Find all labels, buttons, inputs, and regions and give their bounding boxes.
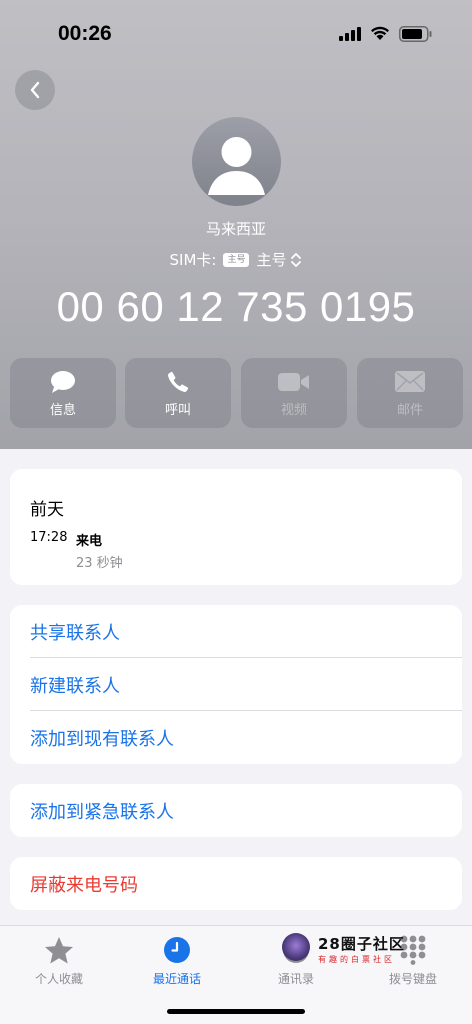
contact-location: 马来西亚 (205, 220, 266, 238)
message-icon (51, 370, 75, 393)
mail-button[interactable]: 邮件 (357, 358, 463, 428)
recent-call-duration: 23 秒钟 (76, 556, 123, 571)
tab-keypad-label: 拨号键盘 (388, 972, 437, 986)
sim-badge: 主号 (223, 252, 250, 267)
video-button-label: 视频 (280, 402, 307, 418)
home-indicator (167, 1009, 305, 1014)
contact-actions-card: 共享联系人 新建联系人 添加到现有联系人 (10, 605, 462, 764)
sim-prefix: SIM卡: (169, 251, 217, 269)
back-button[interactable] (15, 70, 55, 110)
tab-favorites-label: 个人收藏 (34, 972, 83, 986)
share-contact-button[interactable]: 共享联系人 (30, 605, 462, 658)
call-button[interactable]: 呼叫 (125, 358, 231, 428)
video-icon (278, 372, 309, 391)
recent-call-time: 17:28 (30, 530, 68, 545)
mail-button-label: 邮件 (396, 402, 423, 418)
wifi-icon (371, 26, 389, 40)
star-icon (45, 936, 73, 963)
recent-call-type: 来电 (76, 534, 103, 549)
watermark-logo-icon (282, 933, 310, 961)
avatar (192, 117, 281, 206)
tab-recents[interactable]: 最近通话 (127, 934, 227, 987)
tab-recents-label: 最近通话 (152, 972, 201, 986)
status-time: 00:26 (58, 22, 112, 45)
sim-selector[interactable]: SIM卡: 主号 主号 (0, 249, 472, 270)
tab-favorites[interactable]: 个人收藏 (9, 934, 109, 987)
message-button-label: 信息 (49, 402, 76, 418)
mail-icon (395, 371, 425, 392)
watermark-title: 28圈子社区 (318, 935, 405, 953)
chevron-left-icon (30, 81, 40, 99)
cellular-signal-icon (339, 27, 361, 41)
recent-calls-card: 前天 17:28 来电 23 秒钟 (10, 469, 462, 585)
add-emergency-contact-button[interactable]: 添加到紧急联系人 (30, 784, 462, 837)
status-bar: 00:26 (0, 0, 472, 70)
person-silhouette-icon (208, 137, 265, 195)
new-contact-button[interactable]: 新建联系人 (30, 658, 462, 711)
watermark-subtitle: 有趣的白票社区 (318, 955, 395, 964)
tab-contacts-label: 通讯录 (277, 972, 314, 986)
call-button-label: 呼叫 (164, 402, 191, 418)
chevron-up-down-icon (291, 252, 302, 267)
watermark: 28圈子社区 有趣的白票社区 (282, 933, 432, 969)
video-button[interactable]: 视频 (241, 358, 347, 428)
block-caller-button[interactable]: 屏蔽来电号码 (30, 857, 462, 910)
phone-icon (168, 371, 189, 392)
battery-icon (399, 26, 432, 42)
phone-number: 00 60 12 735 0195 (56, 283, 416, 330)
message-button[interactable]: 信息 (10, 358, 116, 428)
emergency-card: 添加到紧急联系人 (10, 784, 462, 837)
sim-label: 主号 (256, 251, 287, 269)
block-card: 屏蔽来电号码 (10, 857, 462, 910)
add-to-existing-contact-button[interactable]: 添加到现有联系人 (30, 711, 462, 764)
recent-call-date: 前天 (30, 500, 64, 520)
contact-header: 00:26 马来西亚 SIM卡: 主号 主号 00 60 12 735 0195… (0, 0, 472, 449)
clock-icon (164, 937, 190, 963)
